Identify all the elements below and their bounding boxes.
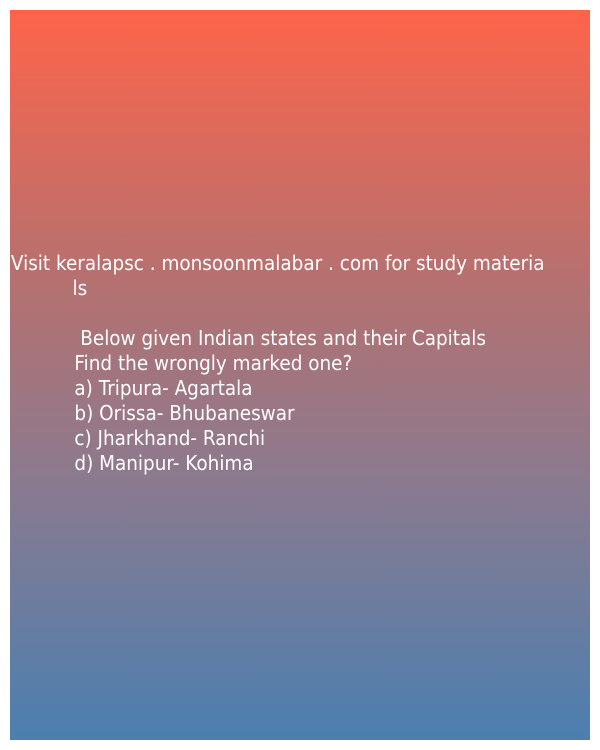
question-prompt-line-2: Find the wrongly marked one? xyxy=(74,351,353,375)
option-d: d) Manipur- Kohima xyxy=(74,451,254,475)
card-text: Visit keralapsc . monsoonmalabar . com f… xyxy=(10,251,545,476)
question-card: Visit keralapsc . monsoonmalabar . com f… xyxy=(10,10,590,740)
intro-line-1: Visit keralapsc . monsoonmalabar . com f… xyxy=(10,251,545,275)
option-b: b) Orissa- Bhubaneswar xyxy=(74,401,295,425)
option-c: c) Jharkhand- Ranchi xyxy=(74,426,266,450)
intro-line-2: ls xyxy=(72,276,88,300)
question-prompt-line-1: Below given Indian states and their Capi… xyxy=(74,326,486,350)
option-a: a) Tripura- Agartala xyxy=(74,376,253,400)
